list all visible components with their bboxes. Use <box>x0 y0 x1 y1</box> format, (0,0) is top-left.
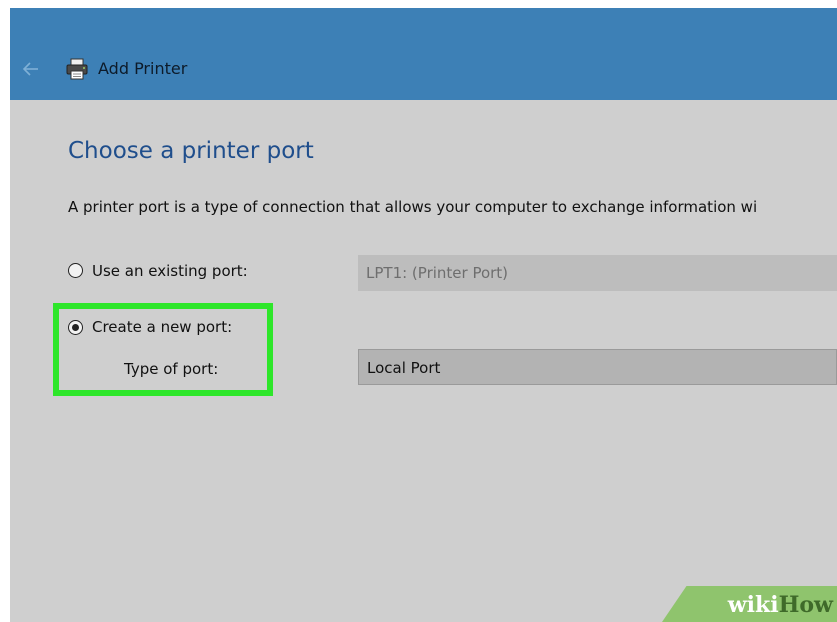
use-existing-port-label[interactable]: Use an existing port: <box>92 261 248 281</box>
add-printer-window: Add Printer Choose a printer port A prin… <box>10 8 837 622</box>
port-type-dropdown[interactable]: Local Port <box>358 349 837 385</box>
window-title: Add Printer <box>98 59 188 78</box>
printer-icon <box>66 58 88 80</box>
page-description: A printer port is a type of connection t… <box>68 198 758 216</box>
back-arrow-icon[interactable] <box>21 59 41 79</box>
existing-port-dropdown: LPT1: (Printer Port) <box>358 255 837 291</box>
highlight-box <box>53 303 273 396</box>
title-bar: Add Printer <box>10 8 837 100</box>
wikihow-watermark: wikiHow <box>727 592 833 618</box>
use-existing-port-radio[interactable] <box>68 263 83 278</box>
page-title: Choose a printer port <box>68 138 314 164</box>
